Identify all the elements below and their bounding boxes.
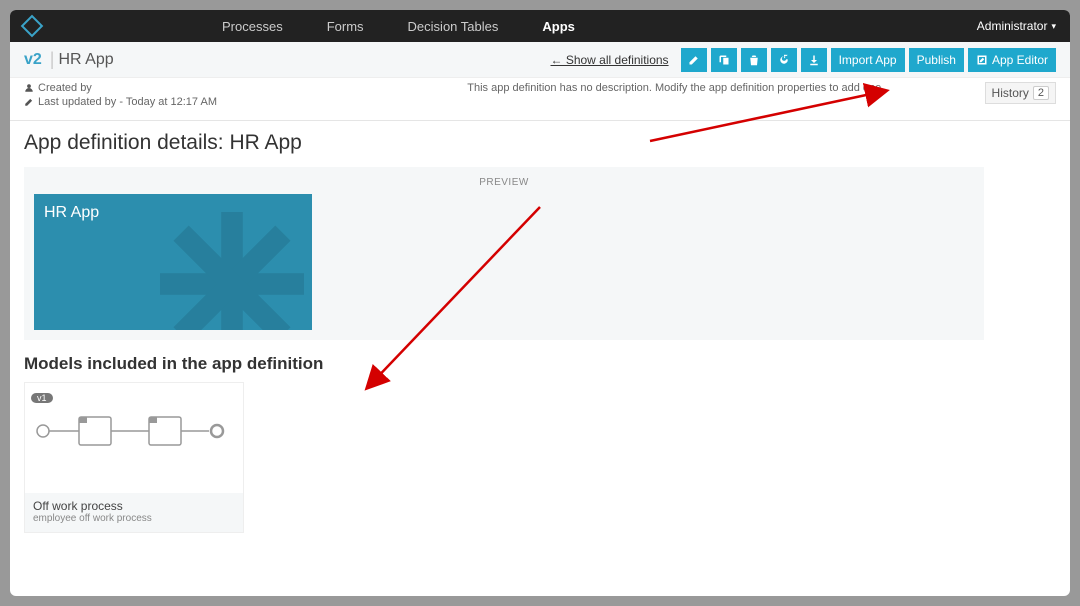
model-title: Off work process [33,499,235,513]
pencil-icon [688,54,700,66]
history-label: History [992,86,1029,100]
copy-icon [718,54,730,66]
app-preview-tile[interactable]: HR App [34,194,312,330]
pencil-small-icon [24,97,34,107]
page-heading: App definition details: HR App [24,131,1056,155]
duplicate-button[interactable] [711,48,737,72]
model-version-badge: v1 [31,393,53,403]
version-badge: v2 [24,51,42,69]
refresh-icon [778,54,790,66]
model-card[interactable]: v1 Off work process employee off work pr… [24,382,244,533]
preview-panel: PREVIEW HR App [24,167,984,340]
user-icon [24,83,34,93]
edit-button[interactable] [681,48,707,72]
delete-button[interactable] [741,48,767,72]
history-count: 2 [1033,86,1049,100]
history-button[interactable]: History 2 [985,82,1056,104]
models-heading: Models included in the app definition [24,354,1056,374]
chevron-down-icon: ▾ [1051,21,1056,32]
app-editor-button[interactable]: App Editor [968,48,1056,72]
user-name: Administrator [977,19,1048,33]
refresh-button[interactable] [771,48,797,72]
nav-decision-tables[interactable]: Decision Tables [386,10,521,42]
app-editor-label: App Editor [992,53,1048,67]
divider: | [46,49,59,70]
nav-apps[interactable]: Apps [520,10,597,42]
preview-label: PREVIEW [34,177,974,188]
user-menu[interactable]: Administrator ▾ [977,19,1056,33]
model-subtitle: employee off work process [33,513,235,524]
download-button[interactable] [801,48,827,72]
preview-tile-title: HR App [44,204,302,222]
last-updated-label: Last updated by - Today at 12:17 AM [38,96,217,108]
app-logo-icon[interactable] [21,15,44,38]
download-icon [808,54,820,66]
trash-icon [748,54,760,66]
created-by-label: Created by [38,82,92,94]
description-placeholder: This app definition has no description. … [364,82,985,94]
nav-processes[interactable]: Processes [200,10,305,42]
model-diagram-thumb: v1 [25,383,243,493]
nav-forms[interactable]: Forms [305,10,386,42]
bpmn-diagram-icon [31,411,231,451]
edit-square-icon [976,54,988,66]
show-all-definitions-link[interactable]: ← Show all definitions [551,53,669,67]
publish-button[interactable]: Publish [909,48,964,72]
app-title: HR App [58,51,113,69]
import-app-button[interactable]: Import App [831,48,905,72]
